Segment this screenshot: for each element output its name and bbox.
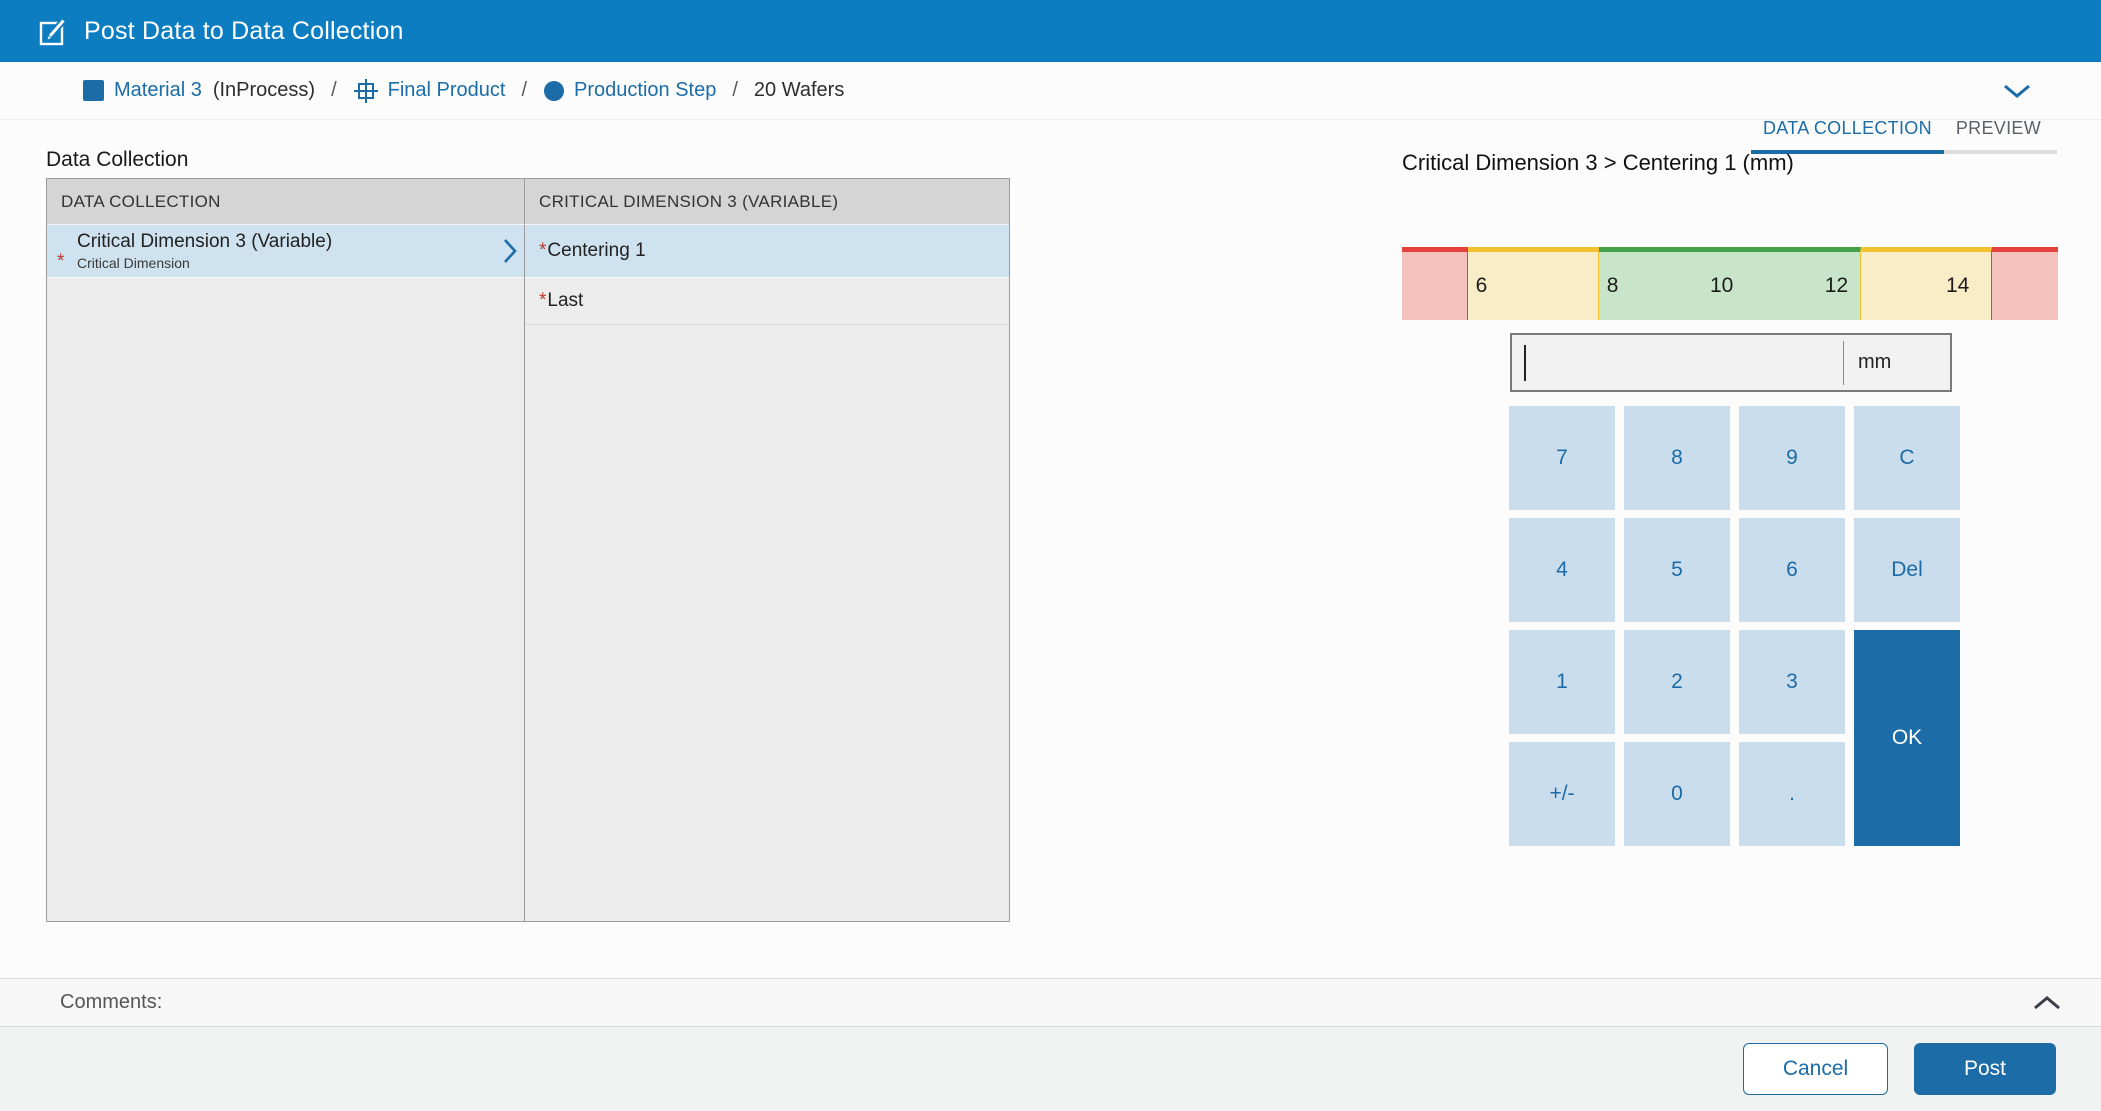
table-row-centering-1[interactable]: * Centering 1 [525, 225, 1009, 278]
keypad-2[interactable]: 2 [1624, 630, 1730, 734]
limit-zone-green: 8 10 12 [1599, 247, 1861, 320]
keypad-0[interactable]: 0 [1624, 742, 1730, 846]
column-header-data-collection: DATA COLLECTION [47, 179, 524, 225]
post-data-dialog: Post Data to Data Collection Material 3 … [0, 0, 2101, 1111]
limit-tick-10: 10 [1710, 274, 1733, 298]
limit-tick-14: 14 [1946, 274, 1969, 298]
page-title: Post Data to Data Collection [84, 17, 404, 46]
tab-data-collection[interactable]: DATA COLLECTION [1751, 118, 1944, 154]
breadcrumb-separator: / [518, 79, 530, 102]
material-square-icon [82, 79, 105, 102]
breadcrumb-separator: / [328, 79, 340, 102]
edit-icon [38, 16, 68, 46]
chevron-right-icon [502, 238, 518, 264]
breadcrumb: Material 3 (InProcess) / Final Product /… [0, 62, 2101, 120]
data-collection-table: DATA COLLECTION CRITICAL DIMENSION 3 (VA… [46, 178, 1010, 922]
keypad-9[interactable]: 9 [1739, 406, 1845, 510]
limit-zone-red-low [1402, 247, 1468, 320]
keypad-clear[interactable]: C [1854, 406, 1960, 510]
parameter-path-heading: Critical Dimension 3 > Centering 1 (mm) [1402, 150, 1794, 176]
parameter-label: Centering 1 [547, 240, 645, 262]
table-row-critical-dimension-3[interactable]: * Critical Dimension 3 (Variable) Critic… [47, 225, 524, 278]
data-collection-heading: Data Collection [46, 148, 188, 172]
comments-collapse-button[interactable] [2033, 995, 2061, 1011]
required-marker: * [539, 290, 546, 312]
parameter-label: Last [547, 290, 583, 312]
breadcrumb-step-label[interactable]: Production Step [574, 79, 716, 102]
product-crosshair-icon [353, 78, 379, 104]
collection-column: * Critical Dimension 3 (Variable) Critic… [47, 225, 524, 921]
keypad-ok-button[interactable]: OK [1854, 630, 1960, 846]
tab-preview[interactable]: PREVIEW [1944, 118, 2057, 154]
numeric-keypad: 7 8 9 C 4 5 6 Del 1 2 3 OK +/- 0 . [1509, 406, 1960, 846]
title-bar: Post Data to Data Collection [0, 0, 2101, 62]
limit-zone-yellow-low: 6 [1468, 247, 1599, 320]
post-button[interactable]: Post [1914, 1043, 2056, 1095]
keypad-5[interactable]: 5 [1624, 518, 1730, 622]
breadcrumb-item-material[interactable]: Material 3 (InProcess) [82, 79, 315, 102]
breadcrumb-item-step[interactable]: Production Step [543, 79, 716, 102]
keypad-1[interactable]: 1 [1509, 630, 1615, 734]
value-input[interactable]: mm [1510, 333, 1952, 392]
keypad-4[interactable]: 4 [1509, 518, 1615, 622]
required-marker: * [57, 251, 64, 273]
breadcrumb-material-label[interactable]: Material 3 [114, 79, 202, 102]
breadcrumb-wafers-label: 20 Wafers [754, 79, 844, 102]
breadcrumb-product-label[interactable]: Final Product [388, 79, 506, 102]
right-panel-tabs: DATA COLLECTION PREVIEW [1751, 118, 2057, 154]
keypad-plus-minus[interactable]: +/- [1509, 742, 1615, 846]
keypad-8[interactable]: 8 [1624, 406, 1730, 510]
action-bar: Cancel Post [0, 1027, 2101, 1111]
unit-label: mm [1844, 351, 1950, 374]
comments-label: Comments: [60, 991, 162, 1014]
keypad-delete[interactable]: Del [1854, 518, 1960, 622]
table-row-last[interactable]: * Last [525, 278, 1009, 325]
limit-zone-yellow-high: 14 [1861, 247, 1992, 320]
comments-bar: Comments: [0, 978, 2101, 1027]
row-subtitle: Critical Dimension [77, 255, 524, 271]
required-marker: * [539, 240, 546, 262]
keypad-decimal[interactable]: . [1739, 742, 1845, 846]
chevron-up-icon [2033, 995, 2061, 1011]
column-header-critical-dimension: CRITICAL DIMENSION 3 (VARIABLE) [524, 179, 1009, 225]
chevron-down-icon [2003, 83, 2031, 99]
text-cursor [1524, 345, 1526, 381]
breadcrumb-expand-button[interactable] [2003, 83, 2031, 99]
keypad-3[interactable]: 3 [1739, 630, 1845, 734]
parameter-column: * Centering 1 * Last [524, 225, 1009, 921]
cancel-button[interactable]: Cancel [1743, 1043, 1888, 1095]
breadcrumb-item-product[interactable]: Final Product [353, 78, 506, 104]
limit-zone-red-high [1992, 247, 2058, 320]
step-circle-icon [543, 80, 565, 102]
keypad-7[interactable]: 7 [1509, 406, 1615, 510]
limit-tick-12: 12 [1825, 274, 1848, 298]
row-title: Critical Dimension 3 (Variable) [77, 231, 524, 253]
spec-limits-bar: 6 8 10 12 14 [1402, 247, 2058, 320]
breadcrumb-material-state: (InProcess) [213, 79, 315, 102]
keypad-6[interactable]: 6 [1739, 518, 1845, 622]
breadcrumb-separator: / [729, 79, 741, 102]
limit-tick-8: 8 [1607, 274, 1619, 298]
limit-tick-6: 6 [1476, 274, 1488, 298]
